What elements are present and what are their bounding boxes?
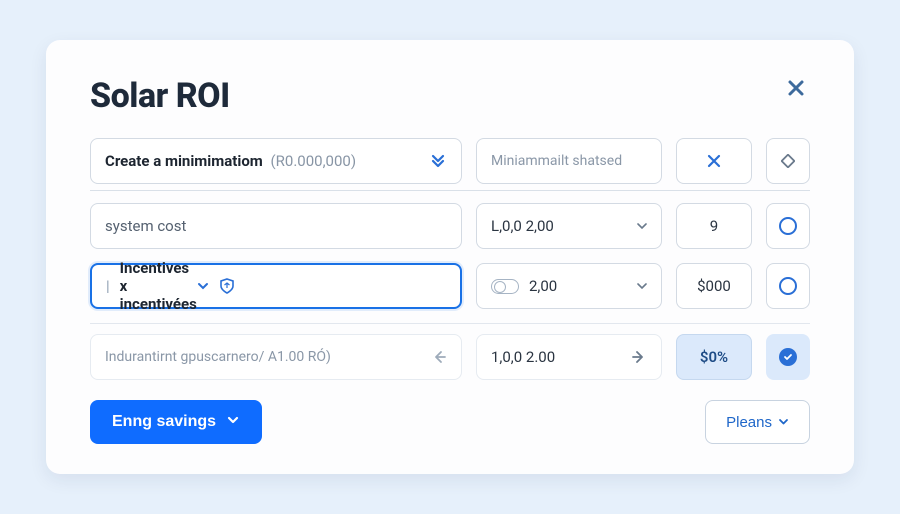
radio-open-icon [779, 277, 797, 295]
toggle-icon[interactable] [491, 279, 519, 294]
incentives-label: Incentives x incentivées [120, 259, 197, 313]
row-incentives: | Incentives x incentivées 2,00 [90, 263, 810, 309]
radio-open-icon [779, 217, 797, 235]
shield-icon [219, 278, 235, 294]
close-icon [787, 77, 805, 103]
system-cost-input[interactable]: system cost [90, 203, 462, 249]
incentives-value-select[interactable]: 2,00 [476, 263, 662, 309]
system-cost-result: 9 [676, 203, 752, 249]
x-icon [707, 154, 721, 168]
summary-label-cell: Indurantirnt gpuscarnero/ A1.00 RÓ) [90, 334, 462, 380]
double-chevron-down-icon [429, 152, 447, 170]
caret-down-icon [637, 281, 647, 291]
page-title: Solar ROI [90, 76, 230, 116]
arrow-left-icon[interactable] [431, 349, 447, 365]
system-cost-result-value: 9 [710, 217, 718, 235]
system-cost-radio[interactable] [766, 203, 810, 249]
summary-value: 1,0,0 2.00 [491, 348, 555, 366]
close-button[interactable] [782, 76, 810, 104]
incentives-value: 2,00 [529, 277, 557, 295]
row-system-cost: system cost L,0,0 2,00 9 [90, 203, 810, 249]
incentives-result: $000 [676, 263, 752, 309]
config-hint: (R0.000,000) [271, 152, 357, 170]
incentives-radio[interactable] [766, 263, 810, 309]
summary-label: Indurantirnt gpuscarnero/ A1.00 RÓ) [105, 349, 331, 365]
system-cost-label: system cost [105, 217, 186, 235]
config-diamond-button[interactable] [766, 138, 810, 184]
config-secondary-label: Miniammailt shatsed [491, 153, 622, 169]
caret-down-icon [637, 221, 647, 231]
energy-savings-label: Enng savings [112, 413, 216, 431]
chevron-down-icon [226, 413, 240, 432]
chevron-down-icon [778, 414, 789, 431]
system-cost-value-select[interactable]: L,0,0 2,00 [476, 203, 662, 249]
panel-footer: Enng savings Pleans [90, 400, 810, 444]
plans-button[interactable]: Pleans [705, 400, 810, 444]
incentives-select[interactable]: | Incentives x incentivées [90, 263, 462, 309]
text-cursor-icon: | [106, 277, 110, 295]
summary-result-value: $0% [700, 348, 728, 366]
arrow-right-icon [631, 349, 647, 365]
solar-roi-panel: Solar ROI Create a minimimatiom (R0.000,… [46, 40, 854, 474]
summary-value-cell[interactable]: 1,0,0 2.00 [476, 334, 662, 380]
incentives-result-value: $000 [697, 277, 731, 295]
config-label: Create a minimimatiom [105, 152, 263, 170]
summary-result: $0% [676, 334, 752, 380]
plans-label: Pleans [726, 414, 772, 431]
panel-header: Solar ROI [90, 76, 810, 116]
system-cost-value: L,0,0 2,00 [491, 217, 554, 235]
summary-check[interactable] [766, 334, 810, 380]
config-secondary-select[interactable]: Miniammailt shatsed [476, 138, 662, 184]
chevron-down-icon [197, 280, 209, 292]
row-configuration: Create a minimimatiom (R0.000,000) Minia… [90, 138, 810, 191]
config-main-select[interactable]: Create a minimimatiom (R0.000,000) [90, 138, 462, 184]
diamond-icon [781, 154, 795, 168]
check-circle-icon [779, 348, 797, 366]
row-summary: Indurantirnt gpuscarnero/ A1.00 RÓ) 1,0,… [90, 323, 810, 380]
energy-savings-button[interactable]: Enng savings [90, 400, 262, 444]
config-clear-button[interactable] [676, 138, 752, 184]
